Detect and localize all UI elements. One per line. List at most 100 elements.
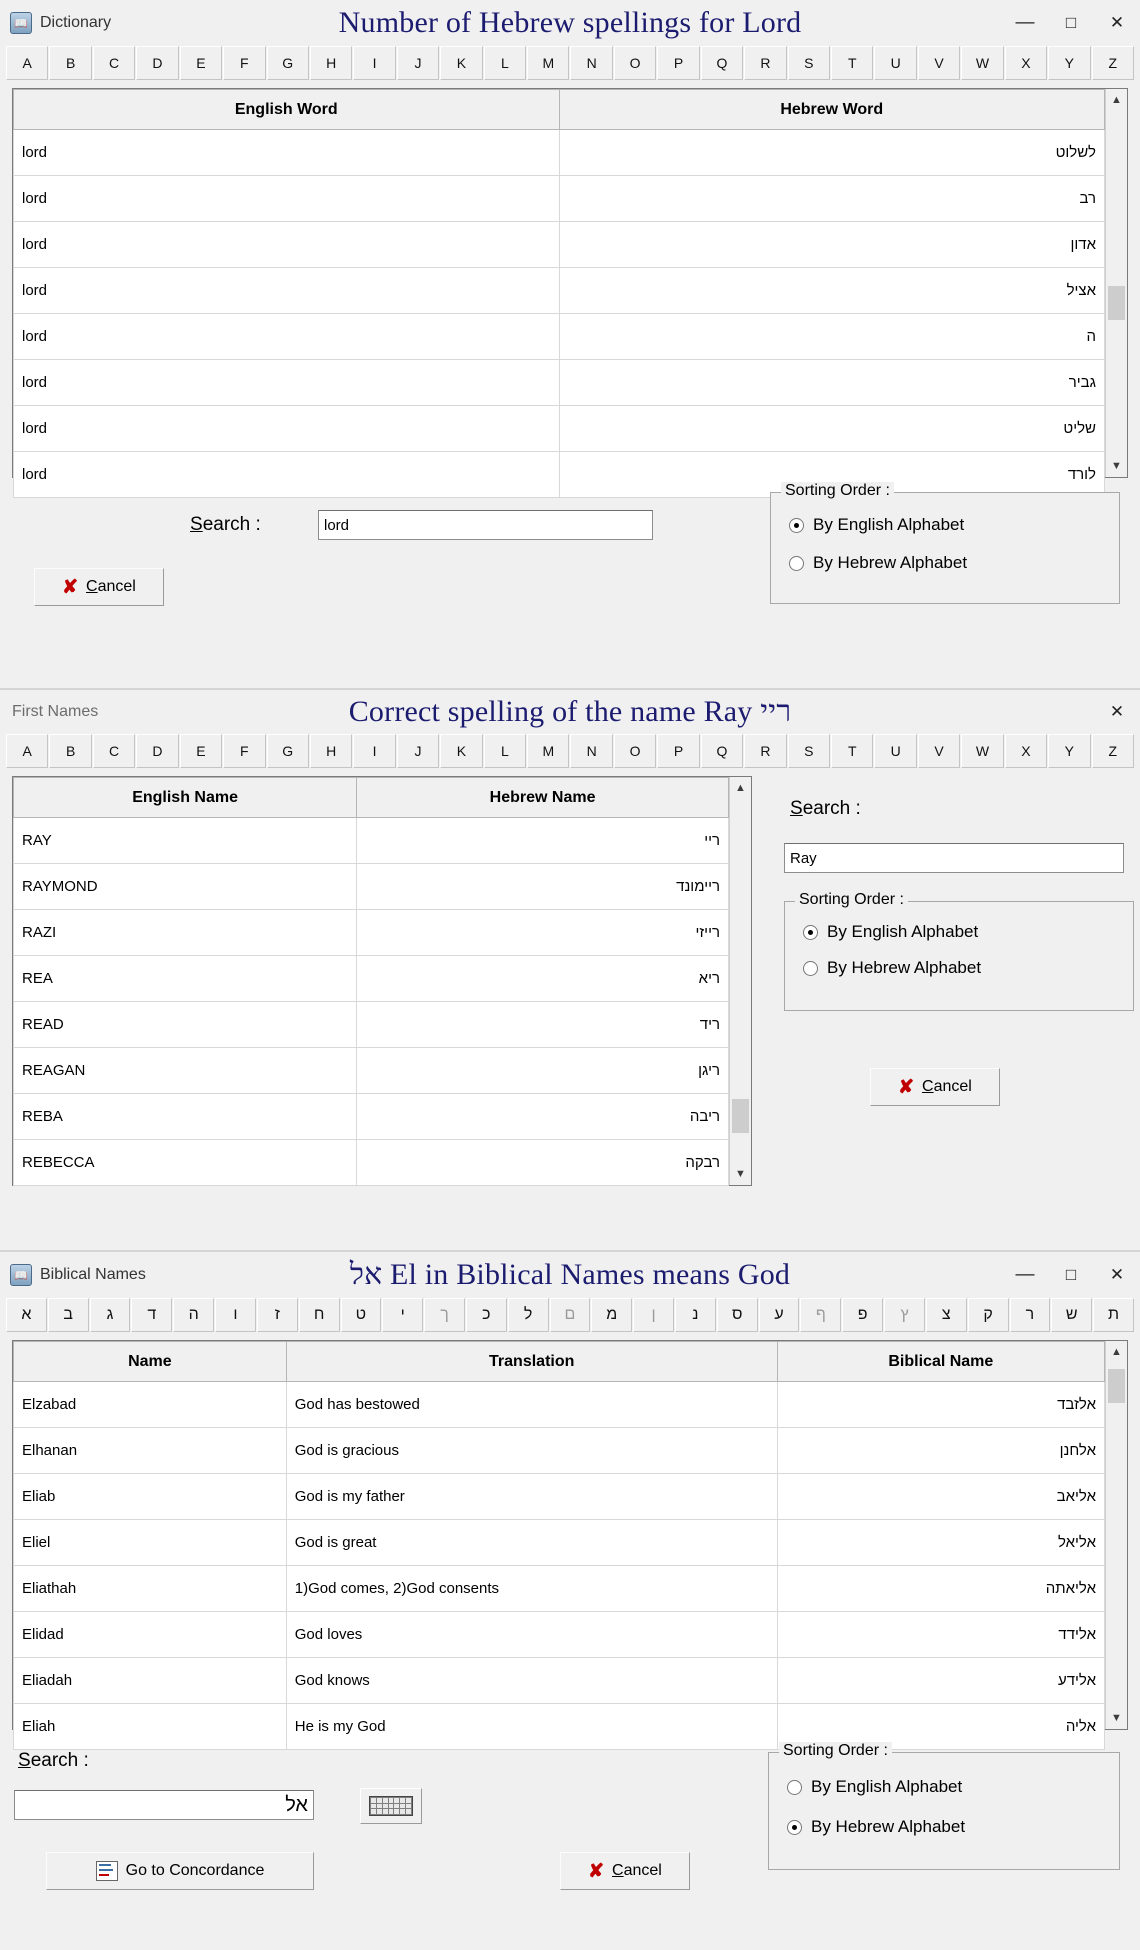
table-row[interactable]: lord אציל [13, 267, 1105, 314]
alphabet-key-M[interactable]: M [527, 734, 570, 768]
table-row[interactable]: RAYMOND ריימונד [12, 863, 729, 910]
table-row[interactable]: Eliab God is my father אליאב [13, 1473, 1106, 1520]
alphabet-key-ט[interactable]: ט [340, 1298, 382, 1332]
alphabet-key-מ[interactable]: מ [591, 1298, 633, 1332]
alphabet-key-T[interactable]: T [831, 46, 874, 80]
alphabet-key-P[interactable]: P [657, 46, 700, 80]
table-row[interactable]: lord לשלוט [13, 129, 1105, 176]
table-row[interactable]: RAZI רייזי [12, 909, 729, 956]
alphabet-key-K[interactable]: K [440, 46, 483, 80]
close-button[interactable]: ✕ [1094, 690, 1140, 734]
alphabet-key-ח[interactable]: ח [298, 1298, 340, 1332]
alphabet-key-Q[interactable]: Q [700, 734, 744, 768]
table-row[interactable]: Elzabad God has bestowed אלזבד [13, 1381, 1106, 1428]
alphabet-key-L[interactable]: L [483, 734, 527, 768]
alphabet-key-B[interactable]: B [49, 734, 92, 768]
alphabet-key-D[interactable]: D [136, 46, 179, 80]
alphabet-key-O[interactable]: O [613, 46, 657, 80]
search-input[interactable]: אל [14, 1790, 314, 1820]
column-header-biblical-name[interactable]: Biblical Name [776, 1341, 1106, 1382]
scroll-down-icon[interactable]: ▼ [1106, 1707, 1128, 1729]
alphabet-key-B[interactable]: B [49, 46, 92, 80]
alphabet-key-H[interactable]: H [309, 46, 353, 80]
alphabet-key-N[interactable]: N [570, 46, 613, 80]
radio-by-hebrew-alphabet[interactable]: By Hebrew Alphabet [803, 958, 1133, 978]
alphabet-key-Y[interactable]: Y [1048, 46, 1091, 80]
alphabet-key-ש[interactable]: ש [1051, 1298, 1093, 1332]
alphabet-key-Y[interactable]: Y [1048, 734, 1091, 768]
alphabet-key-Q[interactable]: Q [700, 46, 744, 80]
close-button[interactable]: ✕ [1094, 1, 1140, 45]
table-row[interactable]: lord גביר [13, 359, 1105, 406]
radio-by-english-alphabet[interactable]: By English Alphabet [789, 515, 1119, 535]
alphabet-key-P[interactable]: P [657, 734, 700, 768]
close-button[interactable]: ✕ [1094, 1253, 1140, 1297]
radio-by-english-alphabet[interactable]: By English Alphabet [787, 1777, 1119, 1797]
scrollbar-track[interactable] [1106, 111, 1127, 455]
alphabet-key-ל[interactable]: ל [507, 1298, 549, 1332]
table-row[interactable]: Eliathah 1)God comes, 2)God consents אליאת… [13, 1565, 1106, 1612]
alphabet-key-W[interactable]: W [961, 46, 1004, 80]
alphabet-key-H[interactable]: H [309, 734, 353, 768]
scroll-up-icon[interactable]: ▲ [730, 777, 752, 799]
maximize-button[interactable]: □ [1048, 1253, 1094, 1297]
alphabet-key-V[interactable]: V [917, 46, 961, 80]
alphabet-key-D[interactable]: D [136, 734, 179, 768]
scrollbar-track[interactable] [730, 799, 751, 1163]
alphabet-key-ק[interactable]: ק [967, 1298, 1009, 1332]
radio-by-hebrew-alphabet[interactable]: By Hebrew Alphabet [789, 553, 1119, 573]
alphabet-key-Z[interactable]: Z [1091, 46, 1134, 80]
table-row[interactable]: Eliadah God knows אלידע [13, 1657, 1106, 1704]
alphabet-key-V[interactable]: V [917, 734, 961, 768]
table-row[interactable]: lord ה [13, 313, 1105, 360]
alphabet-key-I[interactable]: I [353, 734, 396, 768]
alphabet-key-K[interactable]: K [440, 734, 483, 768]
column-header-translation[interactable]: Translation [285, 1341, 778, 1382]
alphabet-key-O[interactable]: O [613, 734, 657, 768]
search-input[interactable]: lord [318, 510, 653, 540]
column-header-name[interactable]: Name [13, 1341, 287, 1382]
alphabet-key-ד[interactable]: ד [131, 1298, 173, 1332]
alphabet-key-נ[interactable]: נ [675, 1298, 716, 1332]
alphabet-key-F[interactable]: F [223, 46, 266, 80]
alphabet-key-L[interactable]: L [483, 46, 527, 80]
alphabet-key-צ[interactable]: צ [925, 1298, 967, 1332]
alphabet-key-ב[interactable]: ב [47, 1298, 89, 1332]
alphabet-key-J[interactable]: J [396, 734, 440, 768]
alphabet-key-S[interactable]: S [787, 46, 831, 80]
maximize-button[interactable]: □ [1048, 1, 1094, 45]
column-header-hebrew-name[interactable]: Hebrew Name [356, 777, 729, 818]
alphabet-key-X[interactable]: X [1004, 734, 1048, 768]
alphabet-key-A[interactable]: A [6, 46, 49, 80]
alphabet-key-ה[interactable]: ה [173, 1298, 215, 1332]
alphabet-key-X[interactable]: X [1004, 46, 1048, 80]
column-header-english[interactable]: English Word [13, 89, 560, 130]
radio-by-hebrew-alphabet[interactable]: By Hebrew Alphabet [787, 1817, 1119, 1837]
alphabet-key-C[interactable]: C [92, 734, 136, 768]
alphabet-key-פ[interactable]: פ [842, 1298, 884, 1332]
biblical-names-vertical-scrollbar[interactable]: ▲ ▼ [1105, 1341, 1127, 1729]
alphabet-key-T[interactable]: T [831, 734, 874, 768]
first-names-vertical-scrollbar[interactable]: ▲ ▼ [729, 777, 751, 1185]
scroll-up-icon[interactable]: ▲ [1106, 1341, 1128, 1363]
radio-by-english-alphabet[interactable]: By English Alphabet [803, 922, 1133, 942]
table-row[interactable]: REA ריא [12, 955, 729, 1002]
scrollbar-thumb[interactable] [732, 1099, 749, 1133]
alphabet-key-ס[interactable]: ס [716, 1298, 758, 1332]
alphabet-key-W[interactable]: W [961, 734, 1004, 768]
search-input[interactable]: Ray [784, 843, 1124, 873]
alphabet-key-M[interactable]: M [527, 46, 570, 80]
scroll-up-icon[interactable]: ▲ [1106, 89, 1128, 111]
alphabet-key-C[interactable]: C [92, 46, 136, 80]
cancel-button[interactable]: ✘ Cancel [34, 568, 164, 606]
alphabet-key-ץ[interactable]: ץ [884, 1298, 925, 1332]
scrollbar-thumb[interactable] [1108, 286, 1125, 320]
table-row[interactable]: lord רב [13, 175, 1105, 222]
table-row[interactable]: REBA ריבה [12, 1093, 729, 1140]
alphabet-key-Z[interactable]: Z [1091, 734, 1134, 768]
alphabet-key-I[interactable]: I [353, 46, 396, 80]
minimize-button[interactable]: — [1002, 1, 1048, 45]
alphabet-key-R[interactable]: R [744, 734, 787, 768]
scrollbar-track[interactable] [1106, 1363, 1127, 1707]
table-row[interactable]: REAGAN ריגן [12, 1047, 729, 1094]
